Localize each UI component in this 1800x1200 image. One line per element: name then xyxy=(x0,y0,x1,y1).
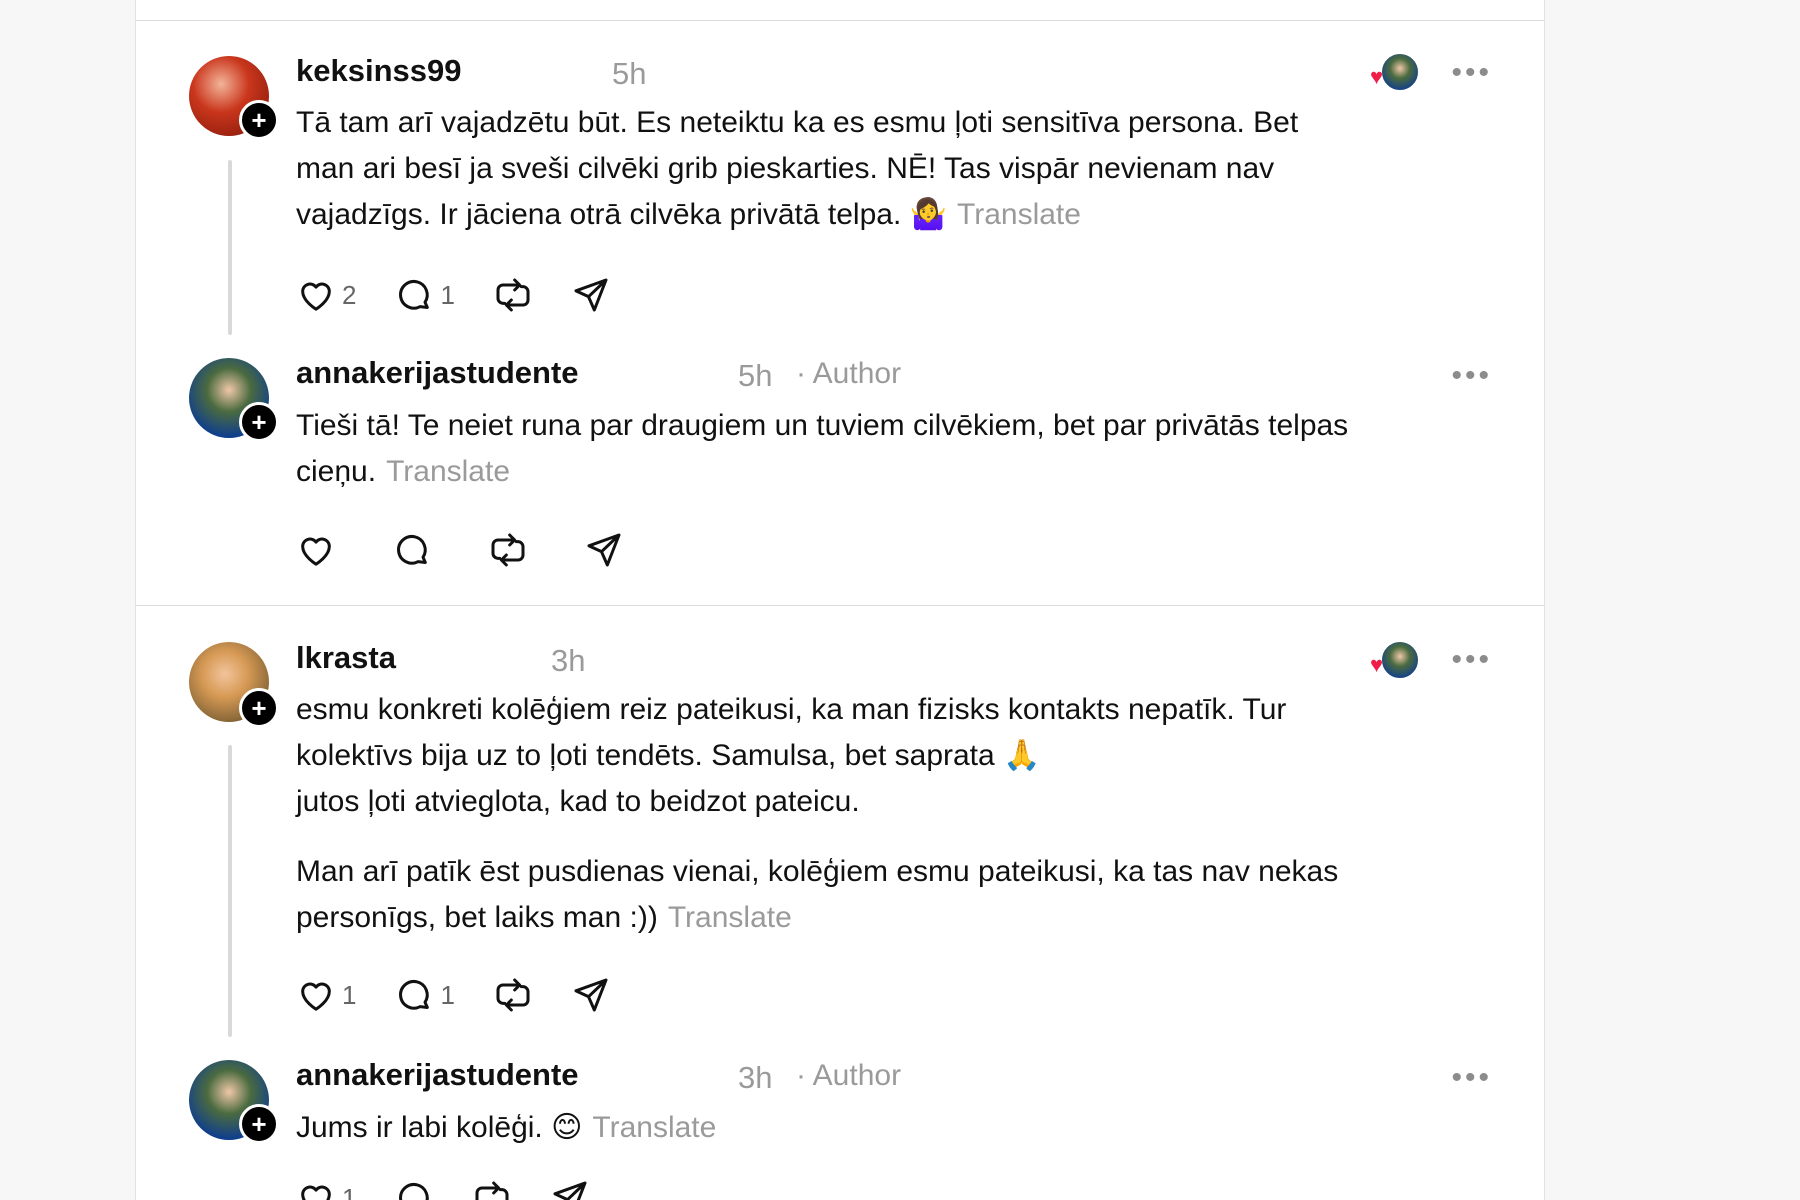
author-avatar xyxy=(1380,52,1420,92)
shrug-emoji: 🤷‍♀️ xyxy=(909,198,948,231)
heart-icon xyxy=(301,1185,331,1200)
post-body: Man arī patīk ēst pusdienas vienai, kolē… xyxy=(296,855,1339,934)
replies-feed: + keksinss99 5h ♥ ••• Tā tam arī vajadzē… xyxy=(135,0,1545,1200)
repost-button[interactable] xyxy=(493,975,533,1015)
author-badge: · Author xyxy=(796,1059,902,1092)
folded-hands-emoji: 🙏 xyxy=(1003,739,1041,772)
share-button[interactable] xyxy=(550,1178,590,1200)
like-button[interactable]: 2 xyxy=(296,275,356,315)
like-count: 1 xyxy=(342,1182,357,1200)
heart-icon xyxy=(301,537,331,566)
like-button[interactable] xyxy=(296,530,336,570)
heart-icon xyxy=(301,282,331,311)
like-button[interactable]: 1 xyxy=(296,1178,356,1200)
repost-button[interactable] xyxy=(493,275,533,315)
action-bar: 1 xyxy=(296,1178,628,1200)
username[interactable]: keksinss99 xyxy=(296,53,461,89)
translate-link[interactable]: Translate xyxy=(386,455,510,488)
timestamp[interactable]: 5h xyxy=(738,358,772,394)
repost-button[interactable] xyxy=(488,530,528,570)
repost-icon xyxy=(475,1181,509,1200)
more-options-icon[interactable]: ••• xyxy=(1451,1063,1492,1093)
liked-by-author-indicator: ♥ xyxy=(1360,640,1420,680)
action-bar: 1 1 xyxy=(296,975,649,1015)
translate-link[interactable]: Translate xyxy=(668,901,792,934)
post-body: esmu konkreti kolēģiem reiz pateikusi, k… xyxy=(296,693,1287,772)
liked-by-author-indicator: ♥ xyxy=(1360,52,1420,92)
reply-count: 1 xyxy=(440,279,455,310)
timestamp[interactable]: 3h xyxy=(738,1060,772,1096)
heart-icon xyxy=(301,982,331,1011)
divider xyxy=(136,20,1544,21)
post-text: esmu konkreti kolēģiem reiz pateikusi, k… xyxy=(296,687,1356,941)
follow-plus-icon[interactable]: + xyxy=(239,1104,279,1144)
author-badge: · Author xyxy=(796,357,902,390)
post-body: Tā tam arī vajadzētu būt. Es neteiktu ka… xyxy=(296,106,1299,231)
follow-plus-icon[interactable]: + xyxy=(239,100,279,140)
post-body: Jums ir labi kolēģi. xyxy=(296,1111,543,1144)
more-options-icon[interactable]: ••• xyxy=(1451,645,1492,675)
post-text: Jums ir labi kolēģi. 😊 Translate xyxy=(296,1105,1356,1151)
more-options-icon[interactable]: ••• xyxy=(1451,361,1492,391)
translate-link[interactable]: Translate xyxy=(957,198,1081,231)
reply-button[interactable] xyxy=(394,1178,434,1200)
share-button[interactable] xyxy=(571,275,611,315)
post-body: jutos ļoti atvieglota, kad to beidzot pa… xyxy=(296,785,860,818)
timestamp[interactable]: 5h xyxy=(612,56,646,92)
send-icon xyxy=(574,278,608,312)
repost-button[interactable] xyxy=(472,1178,512,1200)
username[interactable]: annakerijastudente xyxy=(296,355,579,391)
reply-count: 1 xyxy=(440,979,455,1010)
username[interactable]: annakerijastudente xyxy=(296,1057,579,1093)
repost-icon xyxy=(496,978,530,1012)
translate-link[interactable]: Translate xyxy=(592,1111,716,1144)
follow-plus-icon[interactable]: + xyxy=(239,688,279,728)
comment-icon xyxy=(399,280,430,310)
heart-icon: ♥ xyxy=(1370,652,1384,677)
reply-button[interactable] xyxy=(392,530,432,570)
reply-button[interactable]: 1 xyxy=(394,275,455,315)
follow-plus-icon[interactable]: + xyxy=(239,402,279,442)
send-icon xyxy=(574,978,608,1012)
send-icon xyxy=(587,533,621,567)
send-icon xyxy=(553,1181,587,1200)
comment-icon xyxy=(397,535,427,565)
post-text: Tieši tā! Te neiet runa par draugiem un … xyxy=(296,403,1356,495)
timestamp[interactable]: 3h xyxy=(551,643,585,679)
action-bar: 2 1 xyxy=(296,275,649,315)
reply-button[interactable]: 1 xyxy=(394,975,455,1015)
like-button[interactable]: 1 xyxy=(296,975,356,1015)
action-bar xyxy=(296,530,662,570)
heart-icon: ♥ xyxy=(1370,64,1384,89)
post-text: Tā tam arī vajadzētu būt. Es neteiktu ka… xyxy=(296,100,1356,238)
repost-icon xyxy=(496,278,530,312)
share-button[interactable] xyxy=(584,530,624,570)
smiling-face-emoji: 😊 xyxy=(551,1111,583,1144)
repost-icon xyxy=(491,533,525,567)
thread-line xyxy=(228,160,232,335)
like-count: 2 xyxy=(342,279,357,310)
divider xyxy=(136,605,1544,606)
comment-icon xyxy=(399,1183,430,1200)
comment-icon xyxy=(399,980,430,1010)
thread-line xyxy=(228,745,232,1037)
username[interactable]: lkrasta xyxy=(296,640,396,676)
author-avatar xyxy=(1380,640,1420,680)
share-button[interactable] xyxy=(571,975,611,1015)
like-count: 1 xyxy=(342,979,357,1010)
more-options-icon[interactable]: ••• xyxy=(1451,58,1492,88)
